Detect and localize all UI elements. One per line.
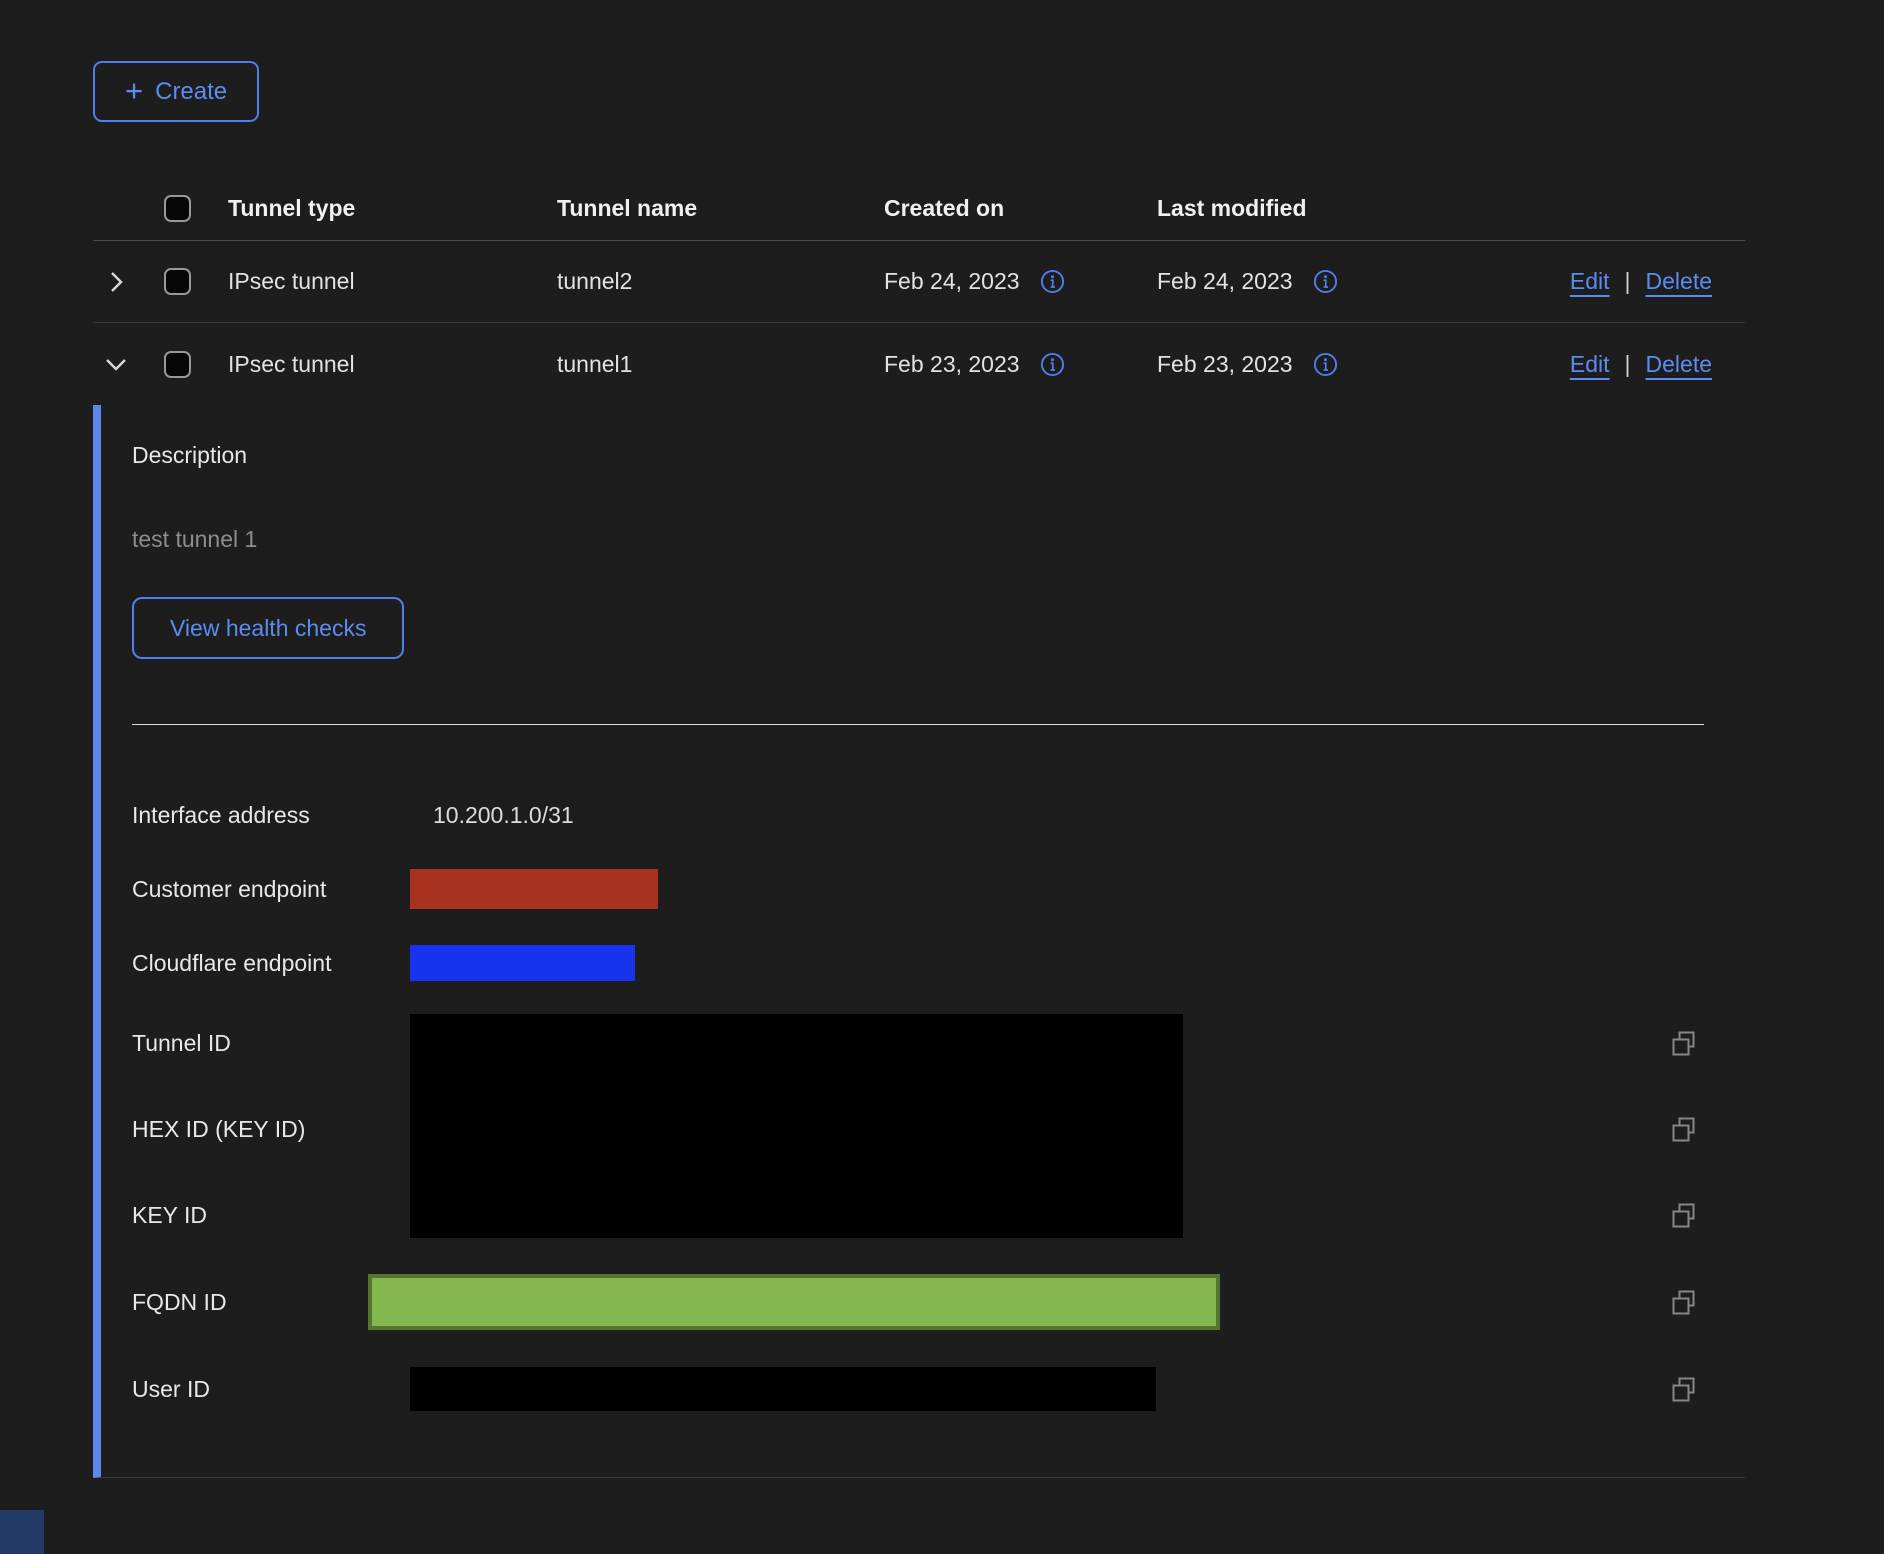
actions-separator: | (1625, 268, 1631, 295)
info-icon[interactable] (1313, 269, 1338, 294)
copy-icon[interactable] (1670, 1030, 1697, 1057)
view-health-checks-button[interactable]: View health checks (132, 597, 404, 659)
row-checkbox-tunnel2[interactable] (164, 268, 191, 295)
redacted-customer-endpoint (410, 869, 658, 909)
column-header-tunnel-type: Tunnel type (215, 195, 557, 222)
tunnel-type-cell: IPsec tunnel (215, 268, 557, 295)
field-label: Interface address (132, 802, 410, 829)
delete-link[interactable]: Delete (1646, 268, 1712, 295)
row-checkbox-tunnel1[interactable] (164, 351, 191, 378)
tunnel-type-cell: IPsec tunnel (215, 351, 557, 378)
field-fqdn-id: FQDN ID (132, 1258, 1745, 1346)
delete-link[interactable]: Delete (1646, 351, 1712, 378)
info-icon[interactable] (1313, 352, 1338, 377)
field-label: Tunnel ID (132, 1030, 410, 1057)
tunnels-table: Tunnel type Tunnel name Created on Last … (93, 177, 1745, 1478)
copy-icon[interactable] (1670, 1116, 1697, 1143)
column-header-last-modified: Last modified (1157, 195, 1450, 222)
expand-chevron-right-icon[interactable] (102, 268, 130, 296)
info-icon[interactable] (1040, 269, 1065, 294)
tunnel-name-cell: tunnel2 (557, 268, 884, 295)
actions-separator: | (1625, 351, 1631, 378)
section-divider (132, 724, 1704, 725)
field-label: User ID (132, 1376, 410, 1403)
create-button[interactable]: + Create (93, 61, 259, 122)
redacted-id-group: Tunnel ID HEX ID (KEY ID) KEY ID (132, 1000, 1745, 1258)
redacted-id-block (410, 1014, 1183, 1238)
edit-link[interactable]: Edit (1570, 351, 1610, 378)
field-cloudflare-endpoint: Cloudflare endpoint (132, 926, 1745, 1000)
field-label: Customer endpoint (132, 876, 410, 903)
plus-icon: + (125, 75, 143, 106)
table-header-row: Tunnel type Tunnel name Created on Last … (93, 177, 1745, 241)
tunnel-name-cell: tunnel1 (557, 351, 884, 378)
field-label: Cloudflare endpoint (132, 950, 410, 977)
expanded-tunnel-details: Description test tunnel 1 View health ch… (93, 405, 1745, 1478)
info-icon[interactable] (1040, 352, 1065, 377)
field-label: KEY ID (132, 1202, 410, 1229)
redacted-user-id (410, 1367, 1156, 1411)
edit-link[interactable]: Edit (1570, 268, 1610, 295)
created-on-value: Feb 23, 2023 (884, 351, 1020, 378)
last-modified-value: Feb 24, 2023 (1157, 268, 1293, 295)
description-value: test tunnel 1 (132, 525, 1745, 553)
field-label: HEX ID (KEY ID) (132, 1116, 410, 1143)
field-interface-address: Interface address 10.200.1.0/31 (132, 778, 1745, 852)
collapse-chevron-down-icon[interactable] (101, 350, 131, 378)
redacted-cloudflare-endpoint (410, 945, 635, 981)
select-all-checkbox[interactable] (164, 195, 191, 222)
redacted-fqdn-id (368, 1274, 1220, 1330)
interface-address-value: 10.200.1.0/31 (410, 802, 574, 829)
table-row-tunnel1: IPsec tunnel tunnel1 Feb 23, 2023 Feb 23… (93, 323, 1745, 405)
bottom-left-blue-block (0, 1510, 44, 1554)
created-on-value: Feb 24, 2023 (884, 268, 1020, 295)
table-row-tunnel2: IPsec tunnel tunnel2 Feb 24, 2023 Feb 24… (93, 241, 1745, 323)
copy-icon[interactable] (1670, 1289, 1697, 1316)
field-customer-endpoint: Customer endpoint (132, 852, 1745, 926)
description-label: Description (132, 441, 1745, 469)
create-button-label: Create (155, 78, 227, 106)
copy-icon[interactable] (1670, 1202, 1697, 1229)
tunnel-fields: Interface address 10.200.1.0/31 Customer… (132, 778, 1745, 1432)
column-header-tunnel-name: Tunnel name (557, 195, 884, 222)
column-header-created-on: Created on (884, 195, 1157, 222)
copy-icon[interactable] (1670, 1376, 1697, 1403)
last-modified-value: Feb 23, 2023 (1157, 351, 1293, 378)
field-user-id: User ID (132, 1346, 1745, 1432)
